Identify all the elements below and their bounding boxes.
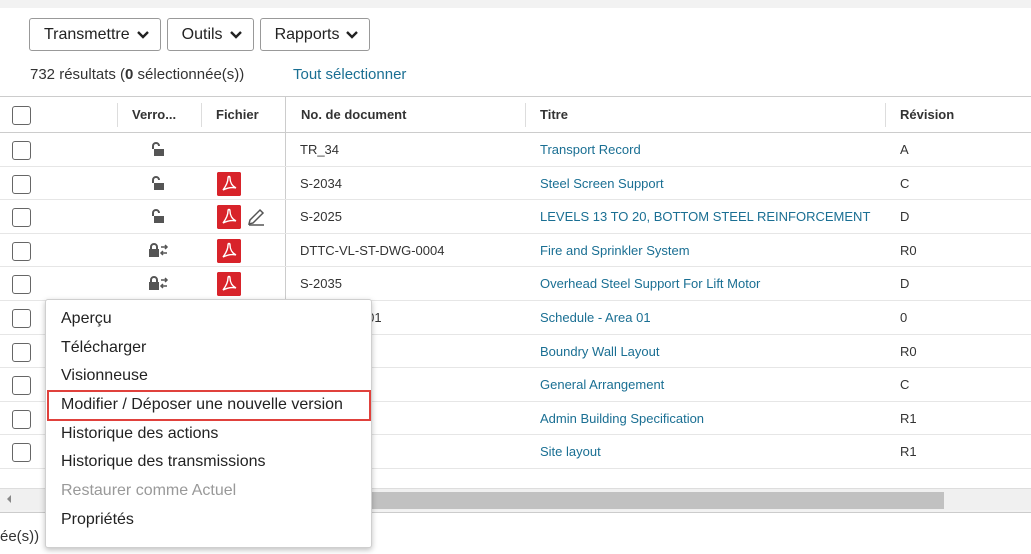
- row-checkbox[interactable]: [12, 342, 31, 362]
- title-link[interactable]: Admin Building Specification: [540, 402, 704, 435]
- revision-cell: D: [900, 209, 910, 225]
- row-checkbox[interactable]: [12, 208, 31, 228]
- doc-number-cell: S-2025: [300, 209, 342, 225]
- context-menu: Aperçu Télécharger Visionneuse Modifier / D…: [45, 299, 372, 548]
- revision-cell: R0: [900, 242, 917, 258]
- top-band: [0, 0, 1031, 8]
- title-link[interactable]: Transport Record: [540, 133, 641, 166]
- toolbar: Transmettre Outils Rapports: [29, 18, 371, 51]
- grid-header: Verro... Fichier No. de document Titre R…: [0, 96, 1031, 133]
- revision-cell: 0: [900, 310, 908, 325]
- revision-cell: R0: [900, 343, 917, 359]
- column-divider[interactable]: [885, 103, 886, 127]
- scrollbar-thumb[interactable]: [370, 492, 944, 509]
- transmit-button[interactable]: Transmettre: [29, 18, 161, 51]
- unlocked-icon: [152, 142, 164, 156]
- row-checkbox[interactable]: [12, 376, 31, 396]
- context-menu-item[interactable]: Télécharger: [46, 334, 371, 363]
- column-divider[interactable]: [117, 103, 118, 127]
- pdf-icon[interactable]: [217, 171, 241, 196]
- unlocked-icon: [152, 209, 164, 224]
- results-count: 732 résultats (0 sélectionnée(s)): [30, 66, 244, 83]
- unlocked-icon: [152, 175, 164, 190]
- title-link[interactable]: Overhead Steel Support For Lift Motor: [540, 267, 760, 300]
- tools-label: Outils: [181, 25, 223, 43]
- column-header-revision[interactable]: Révision: [900, 97, 954, 133]
- reports-label: Rapports: [274, 25, 340, 43]
- toolbar-area: Transmettre Outils Rapports 732 résultat…: [0, 8, 1031, 96]
- revision-cell: C: [900, 175, 910, 191]
- title-link[interactable]: Schedule - Area 01: [540, 301, 651, 334]
- table-row[interactable]: TR_34 Transport Record A: [0, 133, 1031, 167]
- edit-icon[interactable]: [245, 206, 267, 228]
- context-menu-item[interactable]: Visionneuse: [46, 362, 371, 391]
- revision-cell: A: [900, 142, 909, 157]
- revision-cell: R1: [900, 444, 917, 460]
- column-header-doc-no[interactable]: No. de document: [301, 97, 406, 133]
- pdf-icon[interactable]: [217, 238, 241, 263]
- doc-number-cell: S-2035: [300, 276, 342, 292]
- results-prefix: 732 résultats (: [30, 66, 126, 83]
- table-row[interactable]: S-2034 Steel Screen Support C: [0, 167, 1031, 201]
- row-checkbox[interactable]: [12, 443, 31, 463]
- context-menu-item[interactable]: Historique des actions: [46, 420, 371, 449]
- revision-cell: R1: [900, 410, 917, 426]
- column-header-lock[interactable]: Verro...: [132, 97, 176, 133]
- context-menu-item[interactable]: Propriétés: [46, 506, 371, 535]
- row-checkbox[interactable]: [12, 141, 31, 160]
- doc-number-cell: S-2034: [300, 175, 342, 191]
- results-suffix: sélectionnée(s)): [133, 66, 245, 83]
- revision-cell: D: [900, 276, 910, 292]
- row-checkbox[interactable]: [12, 275, 31, 295]
- column-divider[interactable]: [525, 103, 526, 127]
- select-all-checkbox[interactable]: [12, 106, 31, 125]
- title-link[interactable]: General Arrangement: [540, 368, 664, 401]
- revision-cell: C: [900, 377, 910, 393]
- chevron-down-icon: [136, 30, 149, 39]
- pdf-icon[interactable]: [217, 205, 241, 230]
- row-checkbox[interactable]: [12, 241, 31, 261]
- table-row[interactable]: S-2025 LEVELS 13 TO 20, BOTTOM STEEL REIN…: [0, 200, 1031, 234]
- title-link[interactable]: LEVELS 13 TO 20, BOTTOM STEEL REINFORCEM…: [540, 200, 870, 233]
- lock-transfer-icon: [149, 242, 169, 257]
- lock-transfer-icon: [149, 276, 169, 291]
- tools-button[interactable]: Outils: [166, 18, 254, 51]
- transmit-label: Transmettre: [44, 25, 130, 43]
- row-checkbox[interactable]: [12, 309, 31, 328]
- pdf-icon[interactable]: [217, 272, 241, 297]
- table-row[interactable]: S-2035 Overhead Steel Support For Lift Mo…: [0, 267, 1031, 301]
- row-checkbox[interactable]: [12, 174, 31, 194]
- reports-button[interactable]: Rapports: [259, 18, 371, 51]
- select-all-link[interactable]: Tout sélectionner: [293, 66, 406, 83]
- chevron-down-icon: [229, 30, 242, 39]
- context-menu-item[interactable]: Modifier / Déposer une nouvelle version: [47, 390, 371, 421]
- row-checkbox[interactable]: [12, 409, 31, 429]
- context-menu-item[interactable]: Historique des transmissions: [46, 448, 371, 477]
- table-row[interactable]: DTTC-VL-ST-DWG-0004 Fire and Sprinkler Sy…: [0, 234, 1031, 268]
- chevron-down-icon: [346, 30, 359, 39]
- column-divider[interactable]: [201, 103, 202, 127]
- doc-number-cell: DTTC-VL-ST-DWG-0004: [300, 242, 445, 258]
- column-header-title[interactable]: Titre: [540, 97, 568, 133]
- doc-number-cell: TR_34: [300, 142, 340, 157]
- footer-text: ée(s)): [0, 528, 40, 545]
- title-link[interactable]: Site layout: [540, 435, 601, 468]
- title-link[interactable]: Fire and Sprinkler System: [540, 234, 690, 267]
- title-link[interactable]: Steel Screen Support: [540, 167, 664, 200]
- context-menu-item[interactable]: Aperçu: [46, 305, 371, 334]
- scroll-left-icon[interactable]: [4, 494, 14, 504]
- context-menu-item: Restaurer comme Actuel: [61, 482, 237, 500]
- title-link[interactable]: Boundry Wall Layout: [540, 335, 659, 368]
- column-header-file[interactable]: Fichier: [216, 97, 259, 133]
